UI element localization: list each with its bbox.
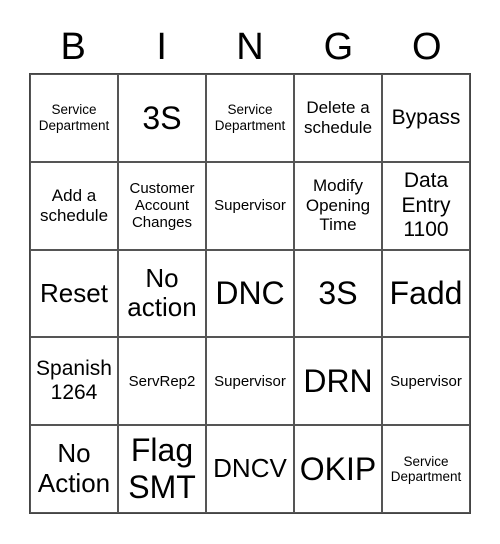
bingo-cell[interactable]: 3S (118, 74, 206, 162)
header-letter-b: B (60, 26, 86, 68)
bingo-header: B I N G O (29, 22, 471, 72)
bingo-cell[interactable]: Fadd (382, 249, 470, 338)
bingo-cell[interactable]: DNCV (206, 425, 294, 513)
bingo-cell[interactable]: Service Department (382, 425, 470, 513)
bingo-cell[interactable]: Supervisor (206, 161, 294, 250)
bingo-cell[interactable]: Delete a schedule (294, 74, 382, 162)
bingo-cell[interactable]: DRN (294, 337, 382, 426)
bingo-cell[interactable]: Modify Opening Time (294, 161, 382, 250)
bingo-cell[interactable]: Supervisor (206, 337, 294, 426)
bingo-cell[interactable]: OKIP (294, 425, 382, 513)
bingo-cell[interactable]: ServRep2 (118, 337, 206, 426)
bingo-cell[interactable]: 3S (294, 249, 382, 338)
header-letter-i: I (156, 26, 167, 68)
header-letter-g: G (323, 26, 354, 68)
bingo-grid: Service Department 3S Service Department De… (29, 73, 471, 514)
bingo-cell[interactable]: Supervisor (382, 337, 470, 426)
bingo-cell[interactable]: Flag SMT (118, 425, 206, 513)
bingo-cell[interactable]: Customer Account Changes (118, 161, 206, 250)
header-letter-n: N (236, 26, 264, 68)
bingo-cell[interactable]: Bypass (382, 74, 470, 162)
bingo-cell[interactable]: Add a schedule (30, 161, 118, 250)
bingo-cell[interactable]: Service Department (30, 74, 118, 162)
bingo-cell[interactable]: No Action (30, 425, 118, 513)
bingo-cell[interactable]: Service Department (206, 74, 294, 162)
bingo-cell[interactable]: Spanish 1264 (30, 337, 118, 426)
bingo-cell[interactable]: Data Entry 1100 (382, 161, 470, 250)
bingo-cell[interactable]: Reset (30, 249, 118, 338)
header-letter-o: O (412, 26, 442, 68)
bingo-cell[interactable]: No action (118, 249, 206, 338)
bingo-cell[interactable]: DNC (206, 249, 294, 338)
